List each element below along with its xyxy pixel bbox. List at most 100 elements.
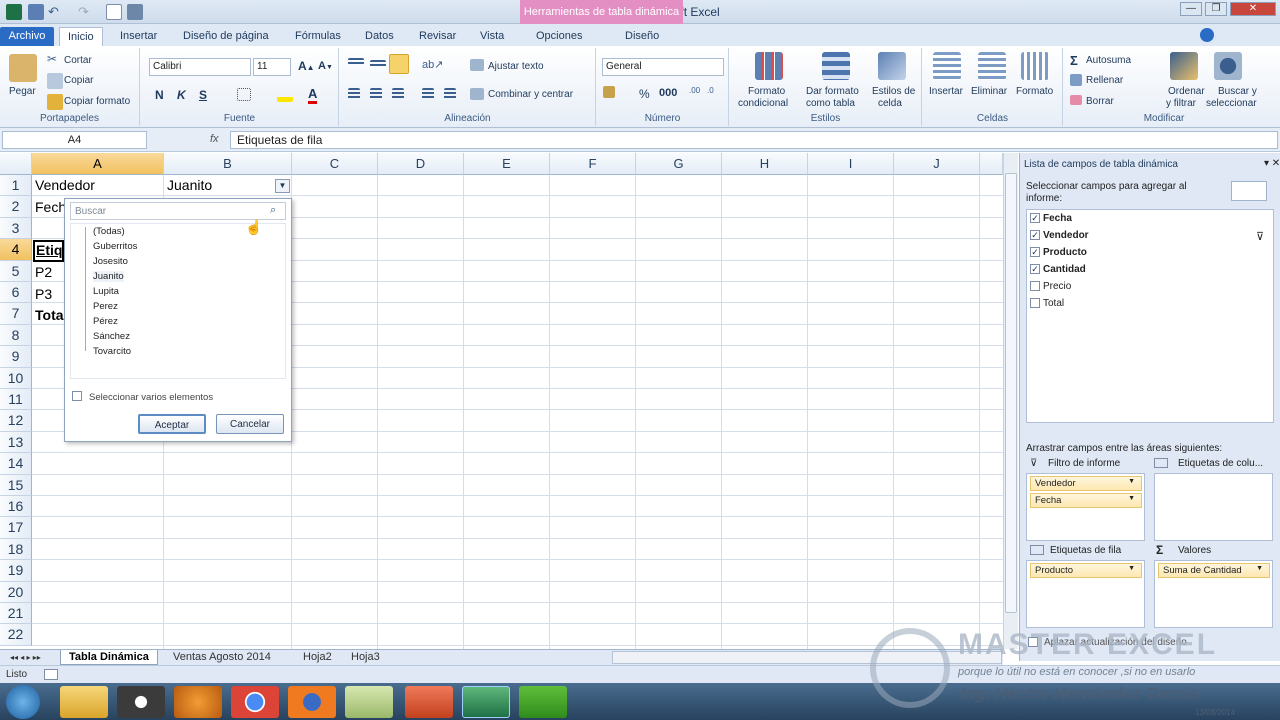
restore-button[interactable]: ❐	[1205, 2, 1227, 16]
fill-button[interactable]: Rellenar	[1086, 75, 1123, 86]
eraser-icon[interactable]	[1070, 95, 1082, 105]
wrap-text-button[interactable]: Ajustar texto	[488, 61, 544, 72]
grow-font-button[interactable]: A▲	[298, 59, 315, 73]
sort-filter-icon[interactable]	[1170, 52, 1198, 80]
column-header-e[interactable]: E	[464, 153, 550, 175]
field-label-producto[interactable]: Producto	[1043, 247, 1087, 258]
align-right-icon[interactable]	[392, 88, 404, 100]
chip-dropdown-icon[interactable]: ▼	[1256, 565, 1263, 572]
field-label-fecha[interactable]: Fecha	[1043, 213, 1072, 224]
column-header-k[interactable]	[980, 153, 1003, 175]
conditional-format-label-1[interactable]: Formato	[748, 86, 785, 97]
row-header-21[interactable]: 21	[0, 603, 32, 625]
row-header-18[interactable]: 18	[0, 538, 32, 561]
row-header-5[interactable]: 5	[0, 260, 32, 282]
filter-item[interactable]: Perez	[93, 301, 118, 312]
vertical-scrollbar[interactable]	[1003, 153, 1018, 649]
currency-icon[interactable]	[603, 86, 615, 98]
select-all-corner[interactable]	[0, 153, 32, 175]
filter-button-b1[interactable]: ▼	[275, 179, 290, 193]
filter-item[interactable]: Guberritos	[93, 241, 137, 252]
copy-button[interactable]: Copiar	[64, 75, 93, 86]
layout-options-button[interactable]	[1231, 181, 1267, 201]
tab-vista[interactable]: Vista	[472, 27, 512, 46]
firefox-icon[interactable]	[288, 686, 336, 718]
tab-diseno-pagina[interactable]: Diseño de página	[175, 27, 277, 46]
format-painter-icon[interactable]	[47, 94, 63, 110]
chip-dropdown-icon[interactable]: ▼	[1128, 495, 1135, 502]
font-color-icon[interactable]: A	[308, 86, 318, 104]
cell-styles-icon[interactable]	[878, 52, 906, 80]
conditional-format-label-2[interactable]: condicional	[738, 98, 788, 109]
row-header-19[interactable]: 19	[0, 560, 32, 582]
cut-button[interactable]: Cortar	[64, 55, 92, 66]
find-select-label-1[interactable]: Buscar y	[1218, 86, 1257, 97]
cell-a2[interactable]: Fech	[35, 199, 65, 215]
row-header-22[interactable]: 22	[0, 624, 32, 646]
sort-filter-label-2[interactable]: y filtrar	[1166, 98, 1196, 109]
format-as-table-label-2[interactable]: como tabla	[806, 98, 855, 109]
column-header-b[interactable]: B	[164, 153, 292, 175]
tab-diseno[interactable]: Diseño	[617, 27, 667, 46]
value-chip-suma-cantidad[interactable]: Suma de Cantidad ▼	[1158, 563, 1270, 578]
sheet-nav-buttons[interactable]: ◂◂ ◂ ▸ ▸▸	[2, 650, 49, 665]
increase-decimal-icon[interactable]: .00	[689, 86, 705, 102]
format-cells-button[interactable]: Formato	[1016, 86, 1053, 97]
multi-select-checkbox[interactable]	[72, 391, 82, 401]
cell-styles-label-2[interactable]: celda	[878, 98, 902, 109]
row-header-9[interactable]: 9	[0, 346, 32, 368]
find-select-icon[interactable]	[1214, 52, 1242, 80]
row-header-1[interactable]: 1	[0, 175, 32, 197]
format-as-table-icon[interactable]	[822, 52, 850, 80]
percent-button[interactable]: %	[639, 87, 650, 101]
merge-center-icon[interactable]	[470, 88, 484, 100]
row-header-16[interactable]: 16	[0, 496, 32, 518]
tab-datos[interactable]: Datos	[357, 27, 402, 46]
help-icon[interactable]	[1200, 28, 1214, 42]
number-format-select[interactable]: General	[602, 58, 724, 76]
cell-b1[interactable]: Juanito	[167, 177, 267, 193]
align-center-icon[interactable]	[370, 88, 382, 100]
decrease-indent-icon[interactable]	[422, 88, 434, 100]
row-header-11[interactable]: 11	[0, 389, 32, 411]
column-header-h[interactable]: H	[722, 153, 808, 175]
tab-revisar[interactable]: Revisar	[411, 27, 464, 46]
accept-button[interactable]: Aceptar	[138, 414, 206, 434]
tab-archivo[interactable]: Archivo	[0, 27, 54, 46]
sheet-tab-tabla-dinamica[interactable]: Tabla Dinámica	[60, 650, 158, 665]
field-checkbox-cantidad[interactable]: ✓	[1030, 264, 1040, 274]
explorer-icon[interactable]	[60, 686, 108, 718]
powerpoint-icon[interactable]	[405, 686, 453, 718]
bold-button[interactable]: N	[155, 88, 164, 102]
cell-a1[interactable]: Vendedor	[35, 177, 163, 193]
column-header-a[interactable]: A	[32, 153, 164, 175]
row-header-2[interactable]: 2	[0, 196, 32, 218]
column-header-j[interactable]: J	[894, 153, 980, 175]
sheet-tab-hoja3[interactable]: Hoja3	[343, 650, 388, 665]
scroll-thumb[interactable]	[1005, 173, 1017, 613]
thousands-button[interactable]: 000	[659, 87, 677, 99]
insert-cells-button[interactable]: Insertar	[929, 86, 963, 97]
cell-a7[interactable]: Tota	[35, 307, 65, 323]
cell-a5[interactable]: P2	[35, 264, 65, 280]
panel-close-icon[interactable]: ▾ ✕	[1264, 158, 1280, 169]
tab-opciones[interactable]: Opciones	[528, 27, 590, 46]
filter-item[interactable]: Pérez	[93, 316, 118, 327]
row-header-15[interactable]: 15	[0, 474, 32, 496]
font-size-select[interactable]: 11	[253, 58, 291, 76]
insert-cells-icon[interactable]	[933, 52, 961, 80]
column-header-f[interactable]: F	[550, 153, 636, 175]
field-label-precio[interactable]: Precio	[1043, 281, 1071, 292]
row-header-17[interactable]: 17	[0, 517, 32, 539]
delete-cells-button[interactable]: Eliminar	[971, 86, 1007, 97]
format-cells-icon[interactable]	[1021, 52, 1049, 80]
cut-icon[interactable]: ✂	[47, 52, 63, 68]
align-bottom-icon[interactable]	[389, 54, 409, 74]
row-header-7[interactable]: 7	[0, 303, 32, 325]
find-select-label-2[interactable]: seleccionar	[1206, 98, 1257, 109]
clear-button[interactable]: Borrar	[1086, 96, 1114, 107]
filter-item[interactable]: Tovarcito	[93, 346, 131, 357]
recorder-icon[interactable]	[519, 686, 567, 718]
row-header-3[interactable]: 3	[0, 217, 32, 240]
tab-formulas[interactable]: Fórmulas	[287, 27, 349, 46]
